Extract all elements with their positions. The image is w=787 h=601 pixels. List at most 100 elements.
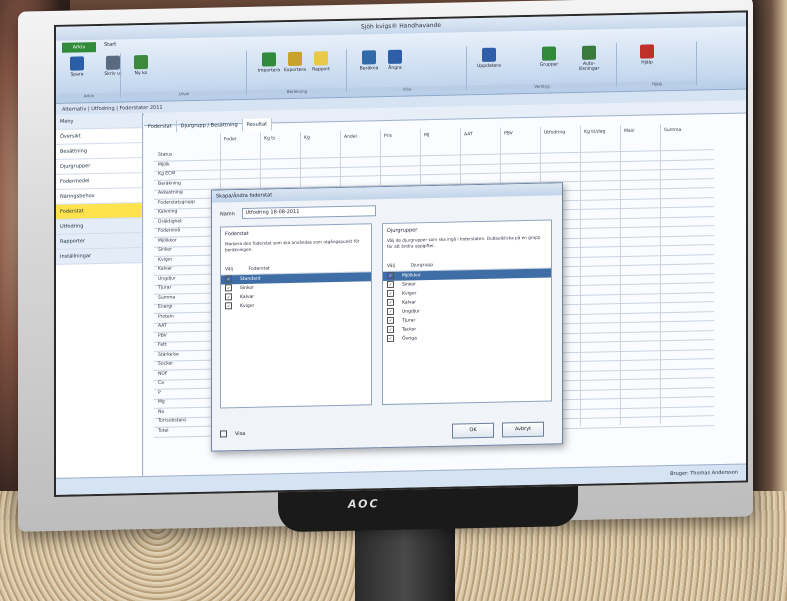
cancel-button[interactable]: Avbryt [502,421,544,438]
grid-row-label: Foderstatsgrupp [158,199,195,206]
check-icon[interactable]: ✓ [387,271,394,279]
show-checkbox-label: Visa [235,430,246,438]
main-tab[interactable]: Foderstat [144,120,177,134]
left-panel: Foderstat Markera den foderstat som ska … [220,223,372,409]
right-panel-desc: Välj de djurgrupper som ska ingå i foder… [387,234,541,249]
name-field-row: Namn Utfodring 18-08-2011 [220,205,377,219]
monitor-brand-logo: AOC [348,497,380,511]
list-item-label: Kvigor [402,291,417,297]
monitor-bezel [278,485,578,533]
list-item-label: Sinkor [240,285,255,292]
grid-column-header[interactable]: Utfodring [544,130,565,135]
grid-line [660,124,661,425]
grid-row-label: P [158,390,161,396]
grid-row-label: Mjölkkor [158,237,177,244]
ribbon-group: Urval [122,50,247,98]
grid-row-label: Kvigor [158,256,173,263]
left-head-a: Välj [225,267,233,273]
grid-row-label: Ca [158,380,164,386]
grid-row-label: Kalvar [158,266,173,272]
right-head-a: Välj [387,263,395,269]
grid-row-label: Dräktighet [158,218,182,225]
grid-row-label: Summa [158,294,176,301]
list-item-label: Sinkor [402,282,417,288]
list-item-label: Kalvar [402,300,417,306]
ribbon-group-label: Arkiv [58,92,120,99]
ribbon-group: Verktyg [468,43,617,91]
show-checkbox[interactable] [220,430,227,438]
ribbon-group: Beräkning [248,48,347,95]
show-checkbox-row[interactable]: Visa [220,430,245,438]
ribbon-group-label: Beräkning [248,87,346,95]
ribbon-group-label: Hjälp [618,80,696,88]
list-item-label: Mjölkkor [402,273,421,279]
check-icon[interactable]: ✓ [225,302,232,310]
grid-row-label: Kg ECM [158,171,176,177]
list-item[interactable]: ✓ Kvigor [221,299,371,311]
grid-row-label: Avkastning [158,190,183,196]
dialog: Skapa/Ändra foderstat Namn Utfodring 18-… [211,182,563,452]
ribbon-group-label: Visa [348,85,466,93]
grid-row-label: Socker [158,361,174,367]
grid-column-header[interactable]: Foder [224,137,237,142]
grid-row-label: Beräkning [158,180,181,187]
check-icon[interactable]: ✓ [387,298,394,306]
ribbon-group-label: Urval [122,89,246,98]
monitor-stand [355,528,455,601]
check-icon[interactable]: ✓ [387,280,394,288]
list-item-label: Ungdjur [402,309,420,315]
check-icon[interactable]: ✓ [387,307,394,315]
ribbon-group: Arkiv [58,53,121,99]
list-item-label: Kalvar [240,294,255,301]
check-icon[interactable]: ✓ [225,275,232,283]
check-icon[interactable]: ✓ [387,334,394,342]
sidebar-item[interactable]: Inställningar [56,248,142,265]
grid-row-label: Mg [158,399,165,405]
grid-column-header[interactable]: Kg ts/dag [584,129,605,134]
name-label: Namn [220,211,235,218]
name-input[interactable]: Utfodring 18-08-2011 [242,205,377,219]
right-head-b: Djurgrupp [410,263,434,269]
grid-row-label: Protein [158,313,174,320]
grid-row-label: Fett [158,342,167,348]
grid-column-header[interactable]: Kg ts [264,136,275,141]
check-icon[interactable]: ✓ [225,293,232,301]
status-user: Bruger: Thomas Andersson [670,469,738,478]
grid-row-label: Na [158,409,165,415]
grid-row-label: Tjurar [158,285,172,291]
ok-button[interactable]: OK [452,422,494,439]
grid-column-header[interactable]: Maxi [624,129,635,134]
ribbon-group: Hjälp [618,41,697,88]
check-icon[interactable]: ✓ [387,325,394,333]
grid-row-label: Sinkor [158,247,173,253]
grid-column-header[interactable]: AAT [464,132,473,137]
grid-row-label: Mjölk [158,162,170,168]
left-head-b: Foderstat [248,266,270,272]
main-tab[interactable]: Resultat [242,118,273,131]
ribbon-group: Visa [348,46,467,93]
list-item-label: Standard [240,276,261,283]
right-panel: Djurgrupper Välj de djurgrupper som ska … [382,219,552,406]
file-tab[interactable]: Arkiv [62,42,96,53]
grid-row-label: Fodernivå [158,228,181,234]
list-item-label: Övriga [402,336,417,342]
grid-row-label: Stärkelse [158,351,179,358]
grid-column-header[interactable]: Andel [344,135,357,140]
grid-row-label: Kalvning [158,209,178,215]
grid-row-label: Torrsubstans [158,418,187,424]
check-icon[interactable]: ✓ [225,284,232,292]
check-icon[interactable]: ✓ [387,316,394,324]
check-icon[interactable]: ✓ [387,289,394,297]
grid-row-label: Total [158,428,169,434]
main-tab[interactable]: Djurgrupp / Besättning [176,118,243,133]
grid-line [580,125,581,426]
grid-column-header[interactable]: Summa [664,128,681,133]
grid-row-label: Ungdjur [158,275,176,282]
ribbon-group-label: Verktyg [468,82,616,91]
grid-column-header[interactable]: Kg [304,136,310,141]
grid-row-label: Status [158,152,173,158]
grid-column-header[interactable]: MJ [424,133,429,138]
grid-column-header[interactable]: PBV [504,131,513,136]
tab-start[interactable]: Start [104,42,116,48]
grid-column-header[interactable]: Pris [384,134,392,139]
